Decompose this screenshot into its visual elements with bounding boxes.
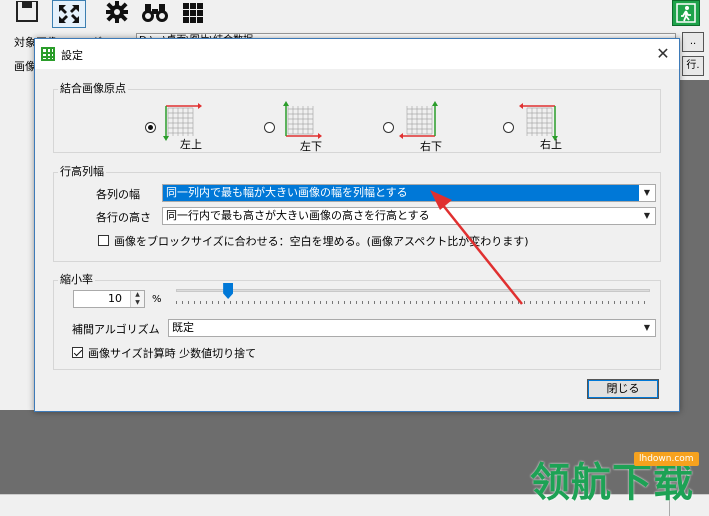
- scale-spinbox[interactable]: 10 ▲ ▼: [73, 290, 145, 308]
- origin-bottom-left-icon: [283, 101, 322, 139]
- dialog-title: 設定: [61, 49, 83, 62]
- scale-value: 10: [108, 292, 122, 305]
- origin-top-right-radio[interactable]: [503, 122, 514, 133]
- col-width-select[interactable]: 同一列内で最も幅が大きい画像の幅を列幅とする ▼: [162, 184, 656, 202]
- watermark-badge: lhdown.com: [634, 452, 699, 466]
- close-icon[interactable]: ✕: [651, 43, 675, 65]
- col-width-value: 同一列内で最も幅が大きい画像の幅を列幅とする: [163, 185, 639, 201]
- close-dialog-button[interactable]: 閉じる: [587, 379, 659, 399]
- dropdown-arrow-icon: ▼: [643, 323, 651, 332]
- grid-icon: [183, 3, 203, 23]
- origin-bottom-left-label: 左下: [300, 140, 322, 153]
- row-height-select[interactable]: 同一行内で最も高さが大きい画像の高さを行高とする ▼: [162, 207, 656, 225]
- gear-icon: [106, 1, 128, 23]
- watermark: 领航下载 lhdown.com: [530, 452, 706, 512]
- origin-top-right-label: 右上: [540, 138, 562, 151]
- row-height-value: 同一行内で最も高さが大きい画像の高さを行高とする: [166, 209, 430, 222]
- find-button[interactable]: [140, 0, 170, 26]
- scale-slider-thumb[interactable]: [223, 283, 234, 299]
- origin-bottom-right-radio[interactable]: [383, 122, 394, 133]
- expand-button[interactable]: [52, 0, 86, 28]
- image-row-label: 画像: [14, 60, 36, 73]
- origin-bottom-right-icon: [399, 101, 438, 139]
- browse-button[interactable]: ..: [682, 32, 704, 52]
- truncate-label: 画像サイズ計算時 少数値切り捨て: [88, 347, 257, 360]
- rowcol-group-title: 行高列幅: [58, 165, 106, 179]
- spin-arrows-icon[interactable]: ▲ ▼: [130, 291, 144, 307]
- scale-group: 縮小率 10 ▲ ▼ % 補間アルゴリズム 既定 ▼ 画像サイズ計算時 少数値切り…: [53, 273, 661, 370]
- fit-block-label: 画像をブロックサイズに合わせる：空白を埋める。(画像アスペクト比が変わります): [114, 235, 529, 248]
- save-icon: [16, 1, 38, 22]
- binoculars-icon: [142, 4, 168, 22]
- origin-top-left-label: 左上: [180, 138, 202, 151]
- interp-label: 補間アルゴリズム: [72, 323, 160, 336]
- scale-slider-ticks: [176, 301, 650, 304]
- expand-arrows-icon: [59, 5, 79, 23]
- row-button[interactable]: 行.: [682, 56, 704, 76]
- scale-group-title: 縮小率: [58, 273, 95, 287]
- interp-select[interactable]: 既定 ▼: [168, 319, 656, 337]
- save-button[interactable]: [12, 0, 42, 26]
- col-width-label: 各列の幅: [96, 188, 140, 201]
- main-toolbar: [0, 0, 709, 30]
- exit-button[interactable]: [672, 0, 700, 26]
- truncate-checkbox[interactable]: [72, 347, 83, 358]
- dialog-titlebar[interactable]: 設定 ✕: [35, 39, 679, 69]
- exit-icon: [676, 3, 696, 23]
- settings-button[interactable]: [102, 0, 132, 26]
- grid-button[interactable]: [178, 0, 208, 26]
- scale-unit: %: [152, 294, 162, 305]
- grid-app-icon: [41, 47, 55, 61]
- origin-group-title: 結合画像原点: [58, 82, 128, 96]
- dropdown-arrow-icon: ▼: [643, 188, 651, 197]
- origin-top-left-radio[interactable]: [145, 122, 156, 133]
- origin-group: 結合画像原点 左上 左下 右下 右上: [53, 82, 661, 153]
- dropdown-arrow-icon: ▼: [643, 211, 651, 220]
- rowcol-group: 行高列幅 各列の幅 同一列内で最も幅が大きい画像の幅を列幅とする ▼ 各行の高さ…: [53, 165, 661, 262]
- interp-value: 既定: [172, 321, 194, 334]
- settings-dialog: 設定 ✕ 結合画像原点 左上 左下 右下 右上 行高列幅 各列の幅 同一列内で最…: [34, 38, 680, 412]
- scale-slider-track[interactable]: [176, 289, 650, 292]
- origin-bottom-left-radio[interactable]: [264, 122, 275, 133]
- row-height-label: 各行の高さ: [96, 211, 151, 224]
- fit-block-checkbox[interactable]: [98, 235, 109, 246]
- origin-bottom-right-label: 右下: [420, 140, 442, 153]
